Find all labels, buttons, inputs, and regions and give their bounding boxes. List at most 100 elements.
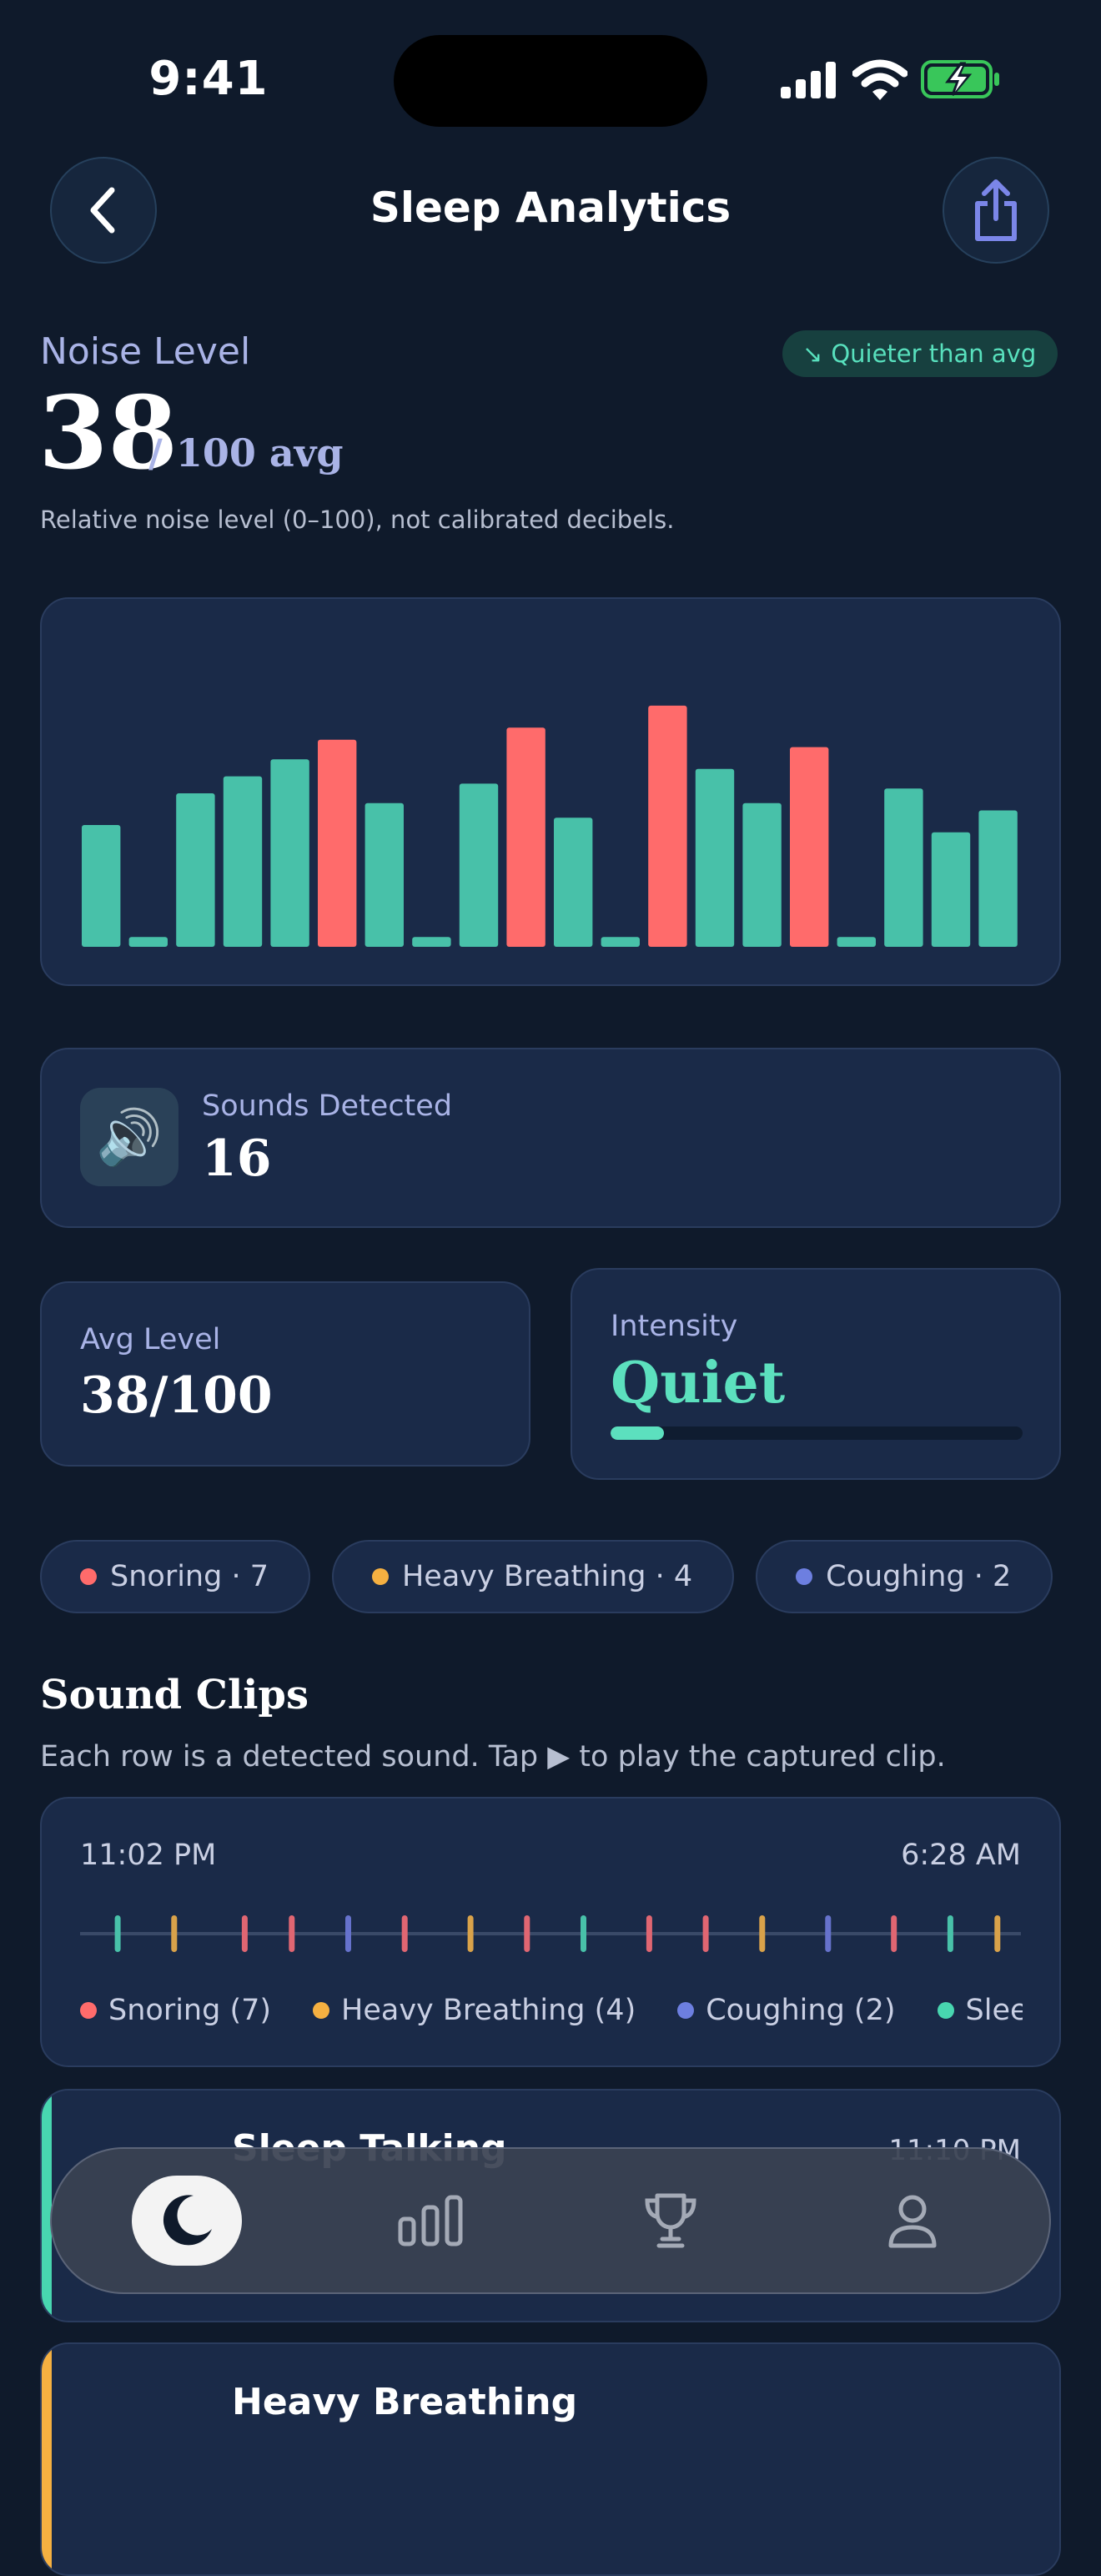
bar-chart-icon — [398, 2195, 463, 2246]
noise-bar — [318, 739, 357, 947]
noise-bar — [82, 825, 121, 947]
legend-label: Snoring (7) — [108, 1994, 272, 2027]
timeline-event-marker[interactable] — [702, 1915, 709, 1952]
noise-bar — [459, 783, 499, 947]
noise-bar-chart — [82, 705, 1018, 947]
wifi-icon — [852, 59, 907, 100]
legend-dot — [677, 2002, 695, 2019]
quieter-badge-text: Quieter than avg — [831, 340, 1037, 368]
moon-icon — [163, 2195, 212, 2246]
noise-bar — [506, 727, 545, 947]
clip-row[interactable]: Heavy Breathing — [40, 2342, 1061, 2576]
bottom-nav — [50, 2147, 1051, 2294]
intensity-bar — [611, 1426, 1023, 1440]
noise-level-avg: / 100 avg — [148, 430, 344, 475]
noise-bar — [837, 937, 876, 947]
chip-label: Heavy Breathing · 4 — [401, 1560, 693, 1593]
timeline-event-marker[interactable] — [345, 1915, 351, 1952]
legend-dot — [80, 2002, 97, 2019]
noise-bar — [884, 788, 923, 947]
timeline-legend: Snoring (7) Heavy Breathing (4) Coughing (… — [80, 1994, 1023, 2027]
noise-bar — [790, 747, 829, 947]
noise-bar — [412, 937, 451, 947]
noise-level-label: Noise Level — [40, 330, 251, 373]
sounds-detected-card: 🔊 Sounds Detected 16 — [40, 1048, 1061, 1228]
noise-bar — [364, 802, 404, 947]
nav-item-achievements[interactable] — [616, 2176, 726, 2266]
speaker-icon: 🔊 — [80, 1088, 178, 1186]
legend-label: Sleep Talking (3) — [965, 1994, 1023, 2027]
dynamic-island — [394, 35, 707, 127]
arrow-down-right-icon: ↘ — [802, 340, 823, 368]
status-time: 9:41 — [148, 52, 269, 106]
trophy-icon — [645, 2193, 696, 2248]
avg-level-label: Avg Level — [80, 1323, 221, 1356]
sound-timeline-card: 11:02 PM 6:28 AM Snoring (7) Heavy Breath… — [40, 1797, 1061, 2067]
sound-chip[interactable]: Snoring · 7 — [40, 1540, 310, 1613]
noise-bar — [978, 810, 1018, 947]
nav-item-profile[interactable] — [857, 2176, 968, 2266]
legend-label: Coughing (2) — [706, 1994, 896, 2027]
timeline-event-marker[interactable] — [524, 1915, 530, 1952]
chip-dot — [796, 1568, 813, 1585]
noise-bar — [176, 793, 215, 947]
chevron-left-icon — [90, 187, 115, 234]
sound-clips-title: Sound Clips — [40, 1672, 309, 1718]
sound-type-chips: Snoring · 7 Heavy Breathing · 4 Coughing ·… — [40, 1540, 1061, 1615]
intensity-card: Intensity Quiet — [571, 1268, 1061, 1480]
chip-label: Coughing · 2 — [826, 1560, 1012, 1593]
clip-row-accent — [42, 2344, 52, 2574]
timeline-event-marker[interactable] — [581, 1915, 586, 1952]
sound-chip[interactable]: Heavy Breathing · 4 — [331, 1540, 735, 1613]
sounds-detected-value: 16 — [202, 1130, 272, 1188]
timeline-event-marker[interactable] — [646, 1915, 652, 1952]
timeline-event-marker[interactable] — [891, 1915, 897, 1952]
chip-label: Snoring · 7 — [110, 1560, 269, 1593]
timeline-event-marker[interactable] — [467, 1915, 474, 1952]
clip-row-title: Heavy Breathing — [232, 2381, 578, 2423]
timeline-event-marker[interactable] — [241, 1915, 248, 1952]
nav-item-sleep[interactable] — [132, 2176, 242, 2266]
timeline-event-marker[interactable] — [947, 1915, 953, 1952]
cellular-signal-icon — [781, 62, 836, 98]
noise-bar — [554, 818, 593, 947]
chip-dot — [80, 1568, 97, 1585]
timeline-event-marker[interactable] — [994, 1915, 1001, 1952]
person-icon — [888, 2195, 937, 2248]
share-icon — [975, 179, 1017, 241]
avg-level-value: 38/100 — [80, 1366, 273, 1425]
timeline-event-marker[interactable] — [289, 1915, 295, 1952]
sound-clips-subtitle: Each row is a detected sound. Tap ▶ to p… — [40, 1740, 946, 1774]
page-title: Sleep Analytics — [370, 184, 731, 232]
intensity-label: Intensity — [611, 1310, 738, 1343]
noise-bar — [695, 768, 735, 947]
back-button[interactable] — [50, 157, 157, 264]
sounds-detected-label: Sounds Detected — [202, 1089, 453, 1123]
noise-bar — [648, 705, 687, 947]
noise-bar — [931, 832, 971, 947]
share-button[interactable] — [943, 157, 1049, 264]
intensity-value: Quiet — [611, 1350, 786, 1416]
legend-dot — [937, 2002, 954, 2019]
timeline-event-marker[interactable] — [114, 1915, 121, 1952]
legend-dot — [313, 2002, 330, 2019]
intensity-bar-fill — [611, 1426, 665, 1440]
legend-item: Coughing (2) — [677, 1994, 896, 2027]
sound-chip[interactable]: Coughing · 2 — [756, 1540, 1053, 1613]
nav-item-analytics[interactable] — [375, 2176, 485, 2266]
clip-row-accent — [42, 2090, 52, 2321]
timeline-event-marker[interactable] — [825, 1915, 832, 1952]
timeline-event-marker[interactable] — [759, 1915, 766, 1952]
legend-item: Heavy Breathing (4) — [313, 1994, 636, 2027]
timeline-event-marker[interactable] — [171, 1915, 178, 1952]
battery-charging-icon — [921, 60, 999, 98]
timeline-event-marker[interactable] — [401, 1915, 408, 1952]
avg-level-card: Avg Level 38/100 — [40, 1281, 530, 1467]
noise-bar — [270, 759, 309, 947]
quieter-badge: ↘ Quieter than avg — [782, 330, 1058, 377]
noise-bar — [223, 776, 263, 947]
legend-item: Sleep Talking (3) — [937, 1994, 1023, 2027]
chip-dot — [371, 1568, 389, 1585]
noise-bar — [742, 802, 782, 947]
legend-label: Heavy Breathing (4) — [341, 1994, 636, 2027]
